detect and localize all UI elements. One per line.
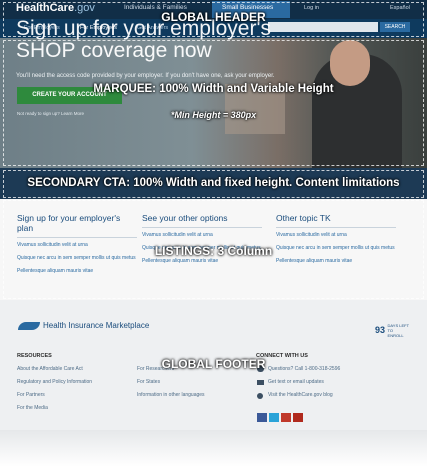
- enrollment-countdown: 93 DAYS LEFT TO ENROLL: [375, 323, 410, 338]
- footer-link[interactable]: For the Media: [17, 405, 48, 411]
- footer-logo-text: Health Insurance Marketplace: [43, 321, 150, 330]
- countdown-number: 93: [375, 324, 386, 335]
- footer-link[interactable]: Information in other languages: [137, 392, 205, 398]
- phone-icon: [257, 366, 264, 372]
- youtube-icon[interactable]: [293, 413, 303, 422]
- countdown-text: DAYS LEFT TO ENROLL: [387, 323, 409, 338]
- footer-link[interactable]: For Partners: [17, 392, 45, 398]
- facebook-icon[interactable]: [257, 413, 267, 422]
- marketplace-logo-icon: [18, 321, 40, 330]
- footer-logo[interactable]: Health Insurance Marketplace: [18, 321, 149, 330]
- annotation-zone-header: [3, 2, 424, 37]
- annotation-zone-secondary: [3, 170, 424, 198]
- annotation-zone-listings: [3, 200, 424, 299]
- twitter-icon[interactable]: [269, 413, 279, 422]
- page: HealthCare.gov Individuals & Families Sm…: [0, 0, 427, 467]
- resources-heading: RESOURCES: [17, 353, 52, 359]
- footer-link[interactable]: About the Affordable Care Act: [17, 366, 83, 372]
- footer-link[interactable]: For States: [137, 379, 160, 385]
- blog-icon: [257, 393, 263, 399]
- annotation-zone-marquee: [3, 40, 424, 166]
- connect-email[interactable]: Get text or email updates: [268, 379, 324, 385]
- connect-blog[interactable]: Visit the HealthCare.gov blog: [268, 392, 333, 398]
- footer-link[interactable]: Regulatory and Policy Information: [17, 379, 92, 385]
- footer-link[interactable]: For Researchers: [137, 366, 174, 372]
- connect-phone[interactable]: Questions? Call 1-800-318-2596: [268, 366, 340, 372]
- page-bottom: [0, 430, 427, 467]
- google-plus-icon[interactable]: [281, 413, 291, 422]
- email-icon: [257, 380, 264, 385]
- connect-heading: CONNECT WITH US: [256, 353, 308, 359]
